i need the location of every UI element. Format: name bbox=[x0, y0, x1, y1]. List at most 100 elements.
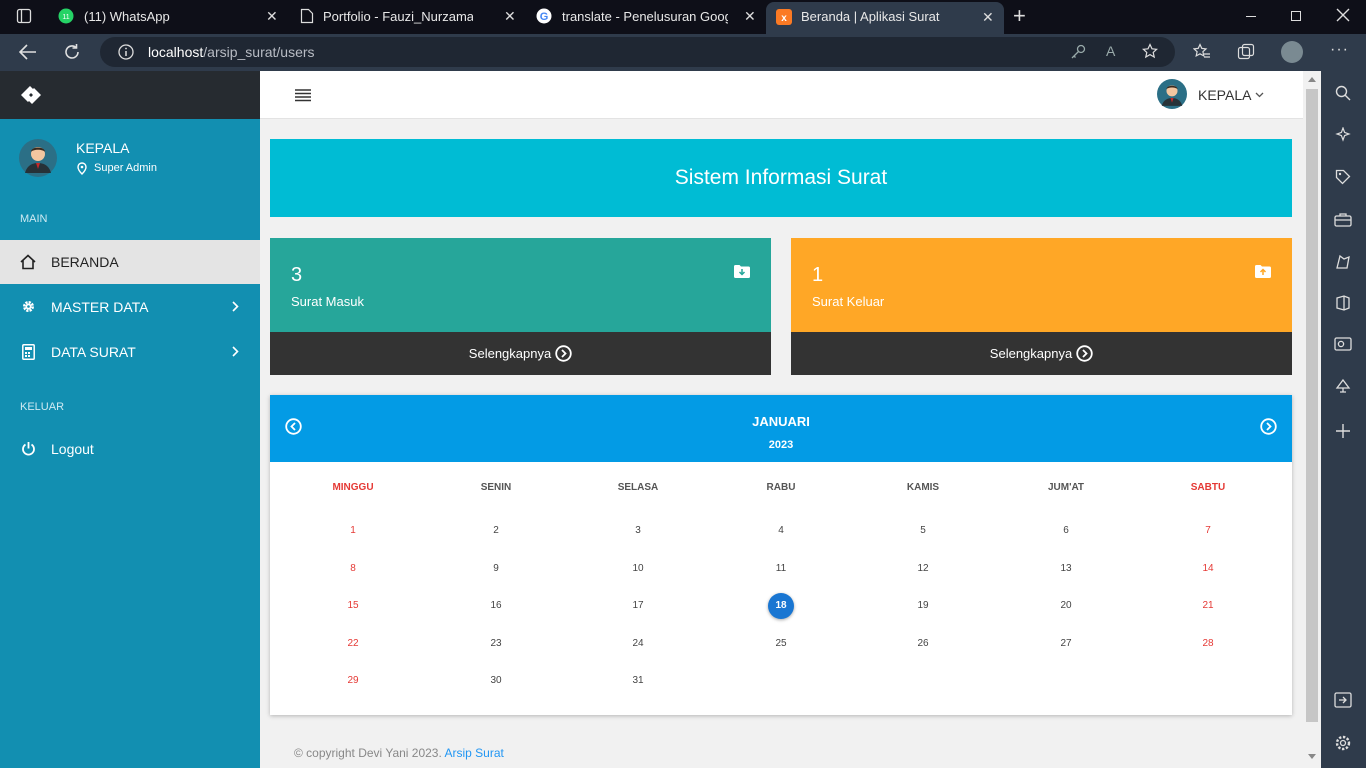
calendar-day[interactable]: 8 bbox=[323, 563, 383, 574]
add-icon[interactable] bbox=[1336, 424, 1350, 438]
minimize-button[interactable] bbox=[1246, 16, 1256, 17]
favorite-add-icon[interactable] bbox=[1142, 43, 1160, 61]
top-bar: KEPALA bbox=[260, 71, 1303, 119]
calendar-day[interactable]: 30 bbox=[466, 675, 526, 686]
card-body: 3 Surat Masuk bbox=[270, 238, 771, 332]
close-icon[interactable]: ✕ bbox=[504, 8, 516, 25]
close-icon[interactable]: ✕ bbox=[982, 9, 994, 26]
app-viewport: KEPALA Super Admin MAIN BERANDA MASTER D… bbox=[0, 71, 1321, 768]
scroll-up-icon[interactable] bbox=[1308, 77, 1316, 82]
cloud-icon[interactable] bbox=[1334, 378, 1352, 394]
tab-whatsapp[interactable]: 11 (11) WhatsApp ✕ bbox=[48, 0, 288, 32]
tab-google[interactable]: G translate - Penelusuran Google ✕ bbox=[528, 0, 764, 32]
calendar-day[interactable]: 31 bbox=[608, 675, 668, 686]
calendar-day[interactable]: 2 bbox=[466, 525, 526, 536]
info-icon[interactable] bbox=[118, 44, 134, 60]
calendar-day[interactable]: 10 bbox=[608, 563, 668, 574]
calendar-day[interactable]: 12 bbox=[893, 563, 953, 574]
card-more-label: Selengkapnya bbox=[989, 346, 1073, 361]
footer-link[interactable]: Arsip Surat bbox=[445, 746, 504, 760]
calendar-month: JANUARI bbox=[752, 414, 810, 429]
calendar-day[interactable]: 3 bbox=[608, 525, 668, 536]
sidebar-toggle-icon[interactable] bbox=[1334, 692, 1352, 708]
calendar-day[interactable]: 7 bbox=[1178, 525, 1238, 536]
address-bar[interactable]: localhost/arsip_surat/users A bbox=[100, 37, 1175, 67]
calendar-day[interactable]: 20 bbox=[1036, 600, 1096, 611]
office-icon[interactable] bbox=[1335, 295, 1351, 311]
calendar-day[interactable]: 27 bbox=[1036, 638, 1096, 649]
calendar-day[interactable]: 16 bbox=[466, 600, 526, 611]
calendar-day[interactable]: 22 bbox=[323, 638, 383, 649]
google-icon: G bbox=[536, 8, 552, 24]
key-icon[interactable] bbox=[1070, 44, 1086, 60]
calendar-day[interactable]: 1 bbox=[323, 525, 383, 536]
calendar-day[interactable]: 28 bbox=[1178, 638, 1238, 649]
logout-button[interactable]: Logout bbox=[0, 427, 260, 471]
calendar-day[interactable]: 13 bbox=[1036, 563, 1096, 574]
user-menu[interactable]: KEPALA bbox=[1157, 79, 1277, 111]
close-icon[interactable]: ✕ bbox=[266, 8, 278, 25]
calendar-day[interactable]: 26 bbox=[893, 638, 953, 649]
footer: © copyright Devi Yani 2023. Arsip Surat bbox=[294, 746, 504, 760]
card-body: 1 Surat Keluar bbox=[791, 238, 1292, 332]
close-icon[interactable]: ✕ bbox=[744, 8, 756, 25]
games-icon[interactable] bbox=[1334, 253, 1352, 271]
calendar-day[interactable]: 4 bbox=[751, 525, 811, 536]
new-tab-button[interactable]: + bbox=[1013, 3, 1026, 29]
card-more-link[interactable]: Selengkapnya bbox=[791, 332, 1292, 375]
calendar-day[interactable]: 14 bbox=[1178, 563, 1238, 574]
card-label: Surat Keluar bbox=[812, 294, 885, 309]
search-icon[interactable] bbox=[1335, 85, 1351, 101]
scrollbar-thumb[interactable] bbox=[1306, 89, 1318, 722]
card-more-link[interactable]: Selengkapnya bbox=[270, 332, 771, 375]
calendar-day[interactable]: 29 bbox=[323, 675, 383, 686]
calendar-day[interactable]: 11 bbox=[751, 563, 811, 574]
sidebar-item-beranda[interactable]: BERANDA bbox=[0, 240, 260, 284]
gear-icon[interactable] bbox=[1334, 734, 1352, 752]
collections-icon[interactable] bbox=[1237, 43, 1255, 61]
calculator-icon bbox=[22, 344, 35, 360]
tab-title: Beranda | Aplikasi Surat bbox=[801, 9, 940, 24]
sidebar-item-label: BERANDA bbox=[51, 254, 119, 270]
discover-icon[interactable] bbox=[1335, 127, 1351, 143]
day-of-week-header: MINGGU bbox=[332, 482, 374, 493]
calendar-day[interactable]: 17 bbox=[608, 600, 668, 611]
profile-avatar[interactable] bbox=[1281, 41, 1303, 63]
read-aloud-icon[interactable]: A bbox=[1106, 43, 1115, 59]
menu-toggle-icon[interactable] bbox=[295, 89, 311, 102]
calendar-day[interactable]: 19 bbox=[893, 600, 953, 611]
card-count: 1 bbox=[812, 264, 824, 286]
calendar-day[interactable]: 15 bbox=[323, 600, 383, 611]
more-icon[interactable]: ··· bbox=[1330, 41, 1349, 59]
user-menu-label: KEPALA bbox=[1198, 87, 1252, 103]
calendar-day[interactable]: 25 bbox=[751, 638, 811, 649]
scroll-down-icon[interactable] bbox=[1308, 754, 1316, 759]
circle-arrow-right-icon bbox=[1072, 345, 1093, 362]
toolbox-icon[interactable] bbox=[1334, 212, 1352, 228]
tab-actions-icon[interactable] bbox=[16, 8, 32, 24]
tab-beranda[interactable]: x Beranda | Aplikasi Surat ✕ bbox=[766, 2, 1004, 34]
sidebar-item-master-data[interactable]: MASTER DATA bbox=[0, 285, 260, 329]
sidebar-item-data-surat[interactable]: DATA SURAT bbox=[0, 330, 260, 374]
url-host: localhost bbox=[148, 44, 204, 60]
svg-text:G: G bbox=[540, 11, 549, 23]
calendar-day[interactable]: 5 bbox=[893, 525, 953, 536]
day-of-week-header: KAMIS bbox=[906, 482, 940, 493]
tag-icon[interactable] bbox=[1335, 169, 1351, 185]
tab-title: Portfolio - Fauzi_Nurzaman bbox=[323, 9, 473, 24]
app-logo-icon[interactable] bbox=[19, 84, 43, 106]
calendar-day[interactable]: 23 bbox=[466, 638, 526, 649]
outlook-icon[interactable] bbox=[1334, 336, 1352, 352]
calendar-day[interactable]: 21 bbox=[1178, 600, 1238, 611]
calendar-today[interactable]: 18 bbox=[768, 593, 794, 619]
refresh-icon[interactable] bbox=[63, 43, 81, 61]
favorites-icon[interactable] bbox=[1193, 43, 1211, 61]
close-window-button[interactable] bbox=[1336, 8, 1350, 22]
restore-button[interactable] bbox=[1291, 11, 1301, 21]
calendar-day[interactable]: 6 bbox=[1036, 525, 1096, 536]
tab-portfolio[interactable]: Portfolio - Fauzi_Nurzaman ✕ bbox=[290, 0, 526, 32]
back-icon[interactable] bbox=[19, 44, 37, 60]
calendar-day[interactable]: 9 bbox=[466, 563, 526, 574]
next-month-icon[interactable] bbox=[1260, 418, 1277, 435]
calendar-day[interactable]: 24 bbox=[608, 638, 668, 649]
